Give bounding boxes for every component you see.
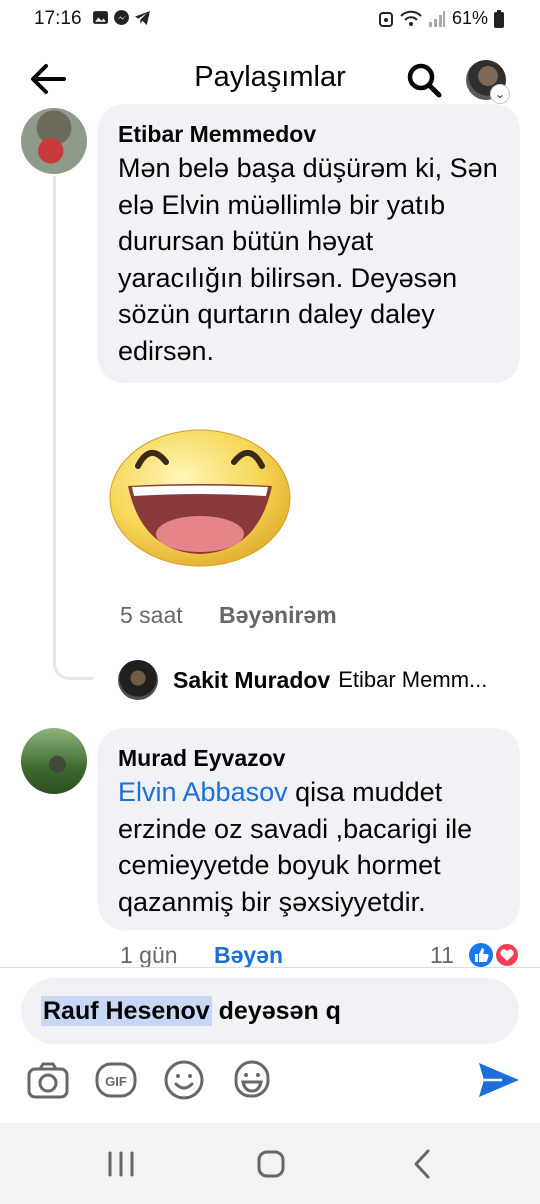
comment-bubble: Etibar Memmedov Mən belə başa düşürəm ki… bbox=[98, 104, 520, 383]
status-right: 61% bbox=[378, 8, 504, 29]
battery-icon bbox=[494, 9, 504, 28]
svg-text:GIF: GIF bbox=[105, 1074, 127, 1089]
messenger-icon bbox=[114, 10, 129, 25]
mention-link[interactable]: Elvin Abbasov bbox=[118, 777, 288, 807]
search-icon[interactable] bbox=[404, 60, 444, 100]
wifi-icon bbox=[400, 10, 422, 26]
composer-mention: Rauf Hesenov bbox=[41, 996, 212, 1026]
gallery-icon bbox=[93, 11, 108, 24]
composer-text: deyəsən q bbox=[211, 997, 341, 1025]
comment-author[interactable]: Etibar Memmedov bbox=[118, 120, 500, 148]
reply-author: Sakit Muradov bbox=[173, 666, 331, 693]
like-button[interactable]: Bəyən bbox=[214, 942, 283, 968]
reply-preview[interactable]: Sakit Muradov Etibar Memm... bbox=[118, 660, 518, 700]
commenter-avatar[interactable] bbox=[21, 108, 87, 174]
telegram-icon bbox=[135, 11, 150, 25]
comment-input[interactable]: Rauf Hesenov deyəsən q bbox=[21, 978, 519, 1044]
chevron-down-icon[interactable]: ⌄ bbox=[490, 84, 510, 104]
recent-apps-icon[interactable] bbox=[104, 1147, 138, 1181]
emoji-icon[interactable] bbox=[162, 1058, 206, 1102]
home-icon[interactable] bbox=[254, 1147, 288, 1181]
thread-connector bbox=[53, 176, 93, 680]
comment-composer: Rauf Hesenov deyəsən q GIF bbox=[0, 968, 540, 1123]
back-nav-icon[interactable] bbox=[406, 1147, 440, 1181]
comment-actions: 1 gün Bəyən bbox=[120, 942, 520, 970]
reaction-icons[interactable] bbox=[466, 941, 522, 969]
commenter-avatar[interactable] bbox=[21, 728, 87, 794]
status-time: 17:16 bbox=[34, 8, 82, 29]
system-nav-bar bbox=[0, 1123, 540, 1204]
signal-icon bbox=[428, 10, 445, 27]
camera-icon[interactable] bbox=[26, 1058, 70, 1102]
comment-time: 1 gün bbox=[120, 942, 178, 968]
send-icon[interactable] bbox=[476, 1060, 522, 1100]
comment-author[interactable]: Murad Eyvazov bbox=[118, 744, 500, 772]
gif-icon[interactable]: GIF bbox=[94, 1058, 138, 1102]
like-button[interactable]: Bəyənirəm bbox=[219, 602, 337, 628]
alarm-icon bbox=[378, 11, 393, 27]
reaction-count[interactable]: 11 bbox=[430, 942, 454, 969]
comment-actions: 5 saat Bəyənirəm bbox=[120, 602, 337, 629]
reply-snippet: Etibar Memm... bbox=[338, 667, 488, 692]
page-title: Paylaşımlar bbox=[194, 61, 346, 93]
laughing-emoji-sticker bbox=[109, 429, 291, 567]
comment-text: Elvin Abbasov qisa muddet erzinde oz sav… bbox=[118, 774, 500, 920]
reply-avatar bbox=[118, 660, 158, 700]
notification-icons bbox=[92, 9, 151, 26]
comment-bubble: Murad Eyvazov Elvin Abbasov qisa muddet … bbox=[98, 728, 520, 930]
sticker-icon[interactable] bbox=[230, 1058, 274, 1102]
status-bar: 17:16 61% bbox=[0, 0, 540, 36]
battery-percent: 61% bbox=[451, 8, 488, 28]
comment-text: Mən belə başa düşürəm ki, Sən elə Elvin … bbox=[118, 153, 498, 366]
comment-time: 5 saat bbox=[120, 602, 183, 628]
